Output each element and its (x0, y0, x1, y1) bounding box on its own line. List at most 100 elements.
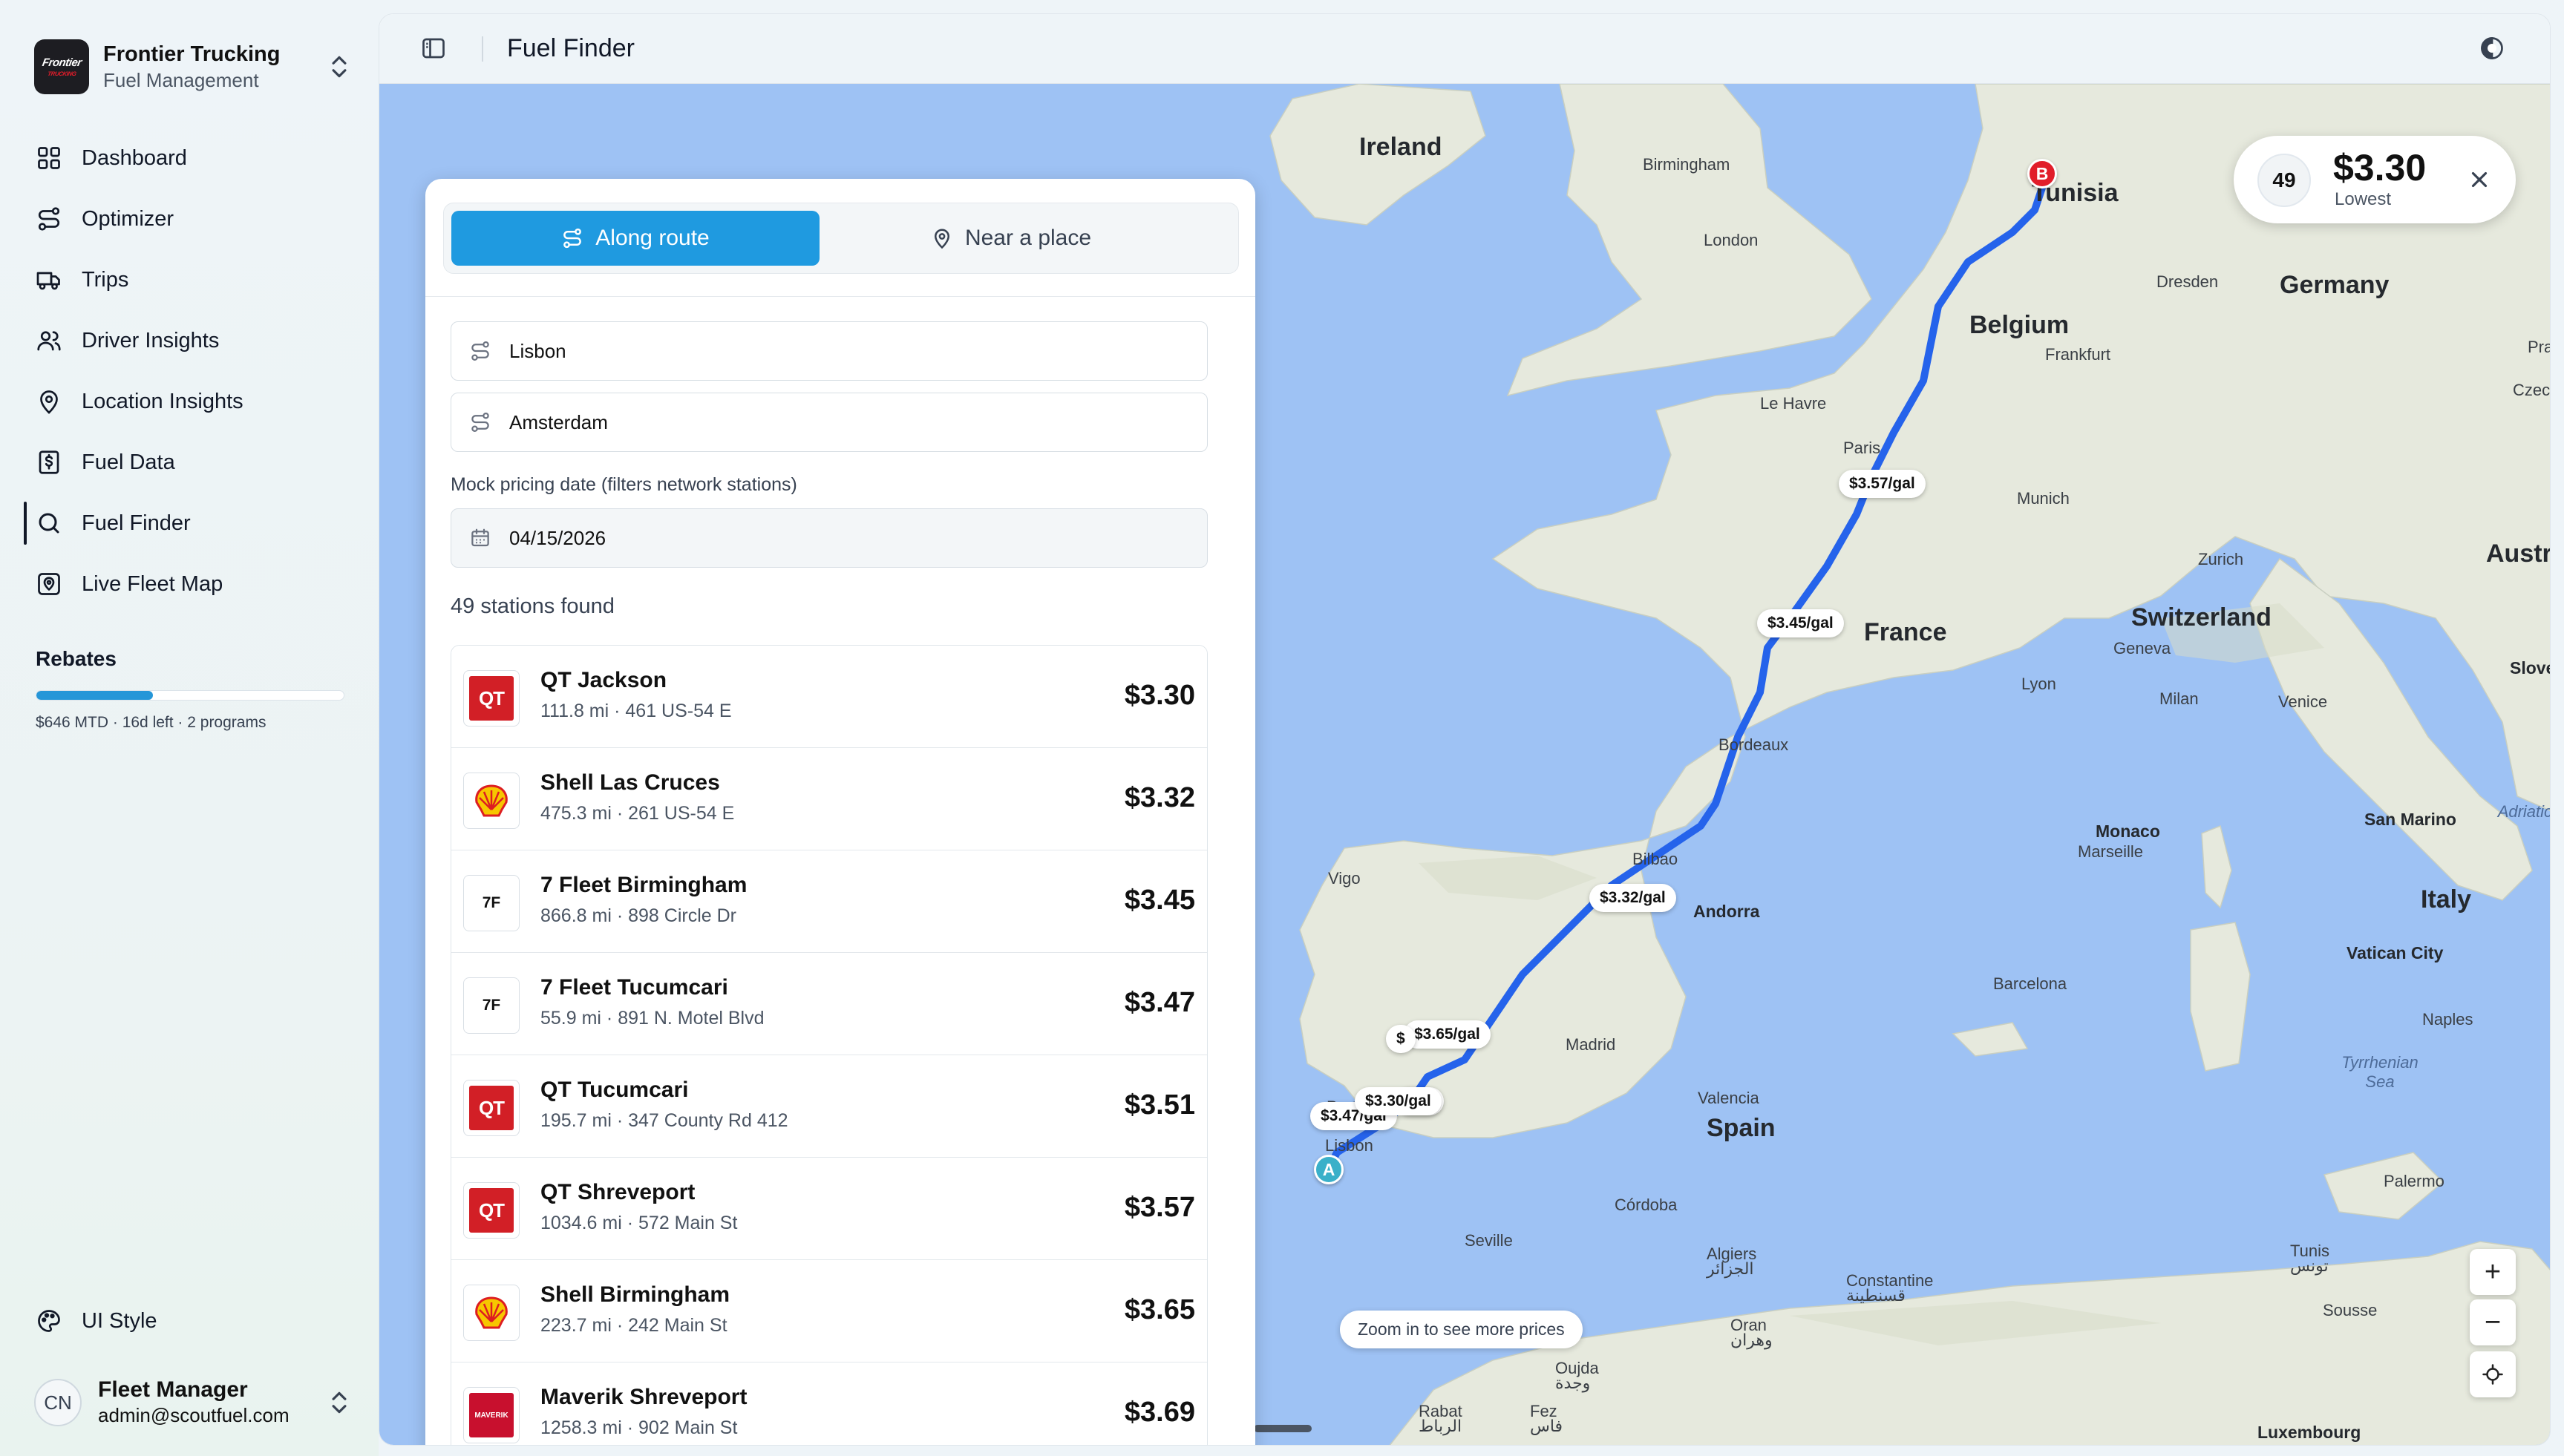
sidebar-item-fuel-finder[interactable]: Fuel Finder (22, 493, 364, 554)
sidebar-item-label: Optimizer (82, 206, 174, 231)
station-row[interactable]: Shell Birmingham 223.7 mi · 242 Main St … (451, 1260, 1207, 1362)
sidebar-item-label: Dashboard (82, 145, 187, 170)
company-subtitle: Fuel Management (103, 69, 259, 91)
route-start-marker[interactable]: A (1314, 1155, 1344, 1184)
truck-icon (36, 272, 60, 290)
station-price: $3.47 (1124, 987, 1195, 1018)
country-label: France (1864, 618, 1947, 646)
lowest-price-value: $3.30 (2333, 147, 2427, 188)
city-label: الرباط (1419, 1417, 1462, 1435)
date-field[interactable] (451, 508, 1208, 568)
city-label: Prague (2528, 338, 2551, 356)
city-label: Lisbon (1325, 1136, 1373, 1155)
route-icon (38, 207, 60, 231)
origin-input[interactable] (509, 339, 1177, 363)
sidebar-item-live-fleet-map[interactable]: Live Fleet Map (22, 554, 364, 614)
station-row[interactable]: QT QT Jackson 111.8 mi · 461 US-54 E $3.… (451, 646, 1207, 748)
destination-field[interactable] (451, 393, 1208, 452)
station-name: QT Jackson (540, 668, 667, 692)
station-price: $3.32 (1124, 782, 1195, 813)
country-label: Belgium (1969, 311, 2070, 339)
station-row[interactable]: Shell Las Cruces 475.3 mi · 261 US-54 E … (451, 748, 1207, 850)
sidebar-item-driver-insights[interactable]: Driver Insights (22, 310, 364, 371)
along-route-tab[interactable]: Along route (451, 211, 820, 266)
fuel-finder-panel: Along route Near a place Mock pricing da… (425, 179, 1255, 1445)
destination-input[interactable] (509, 410, 1177, 434)
sidebar-item-label: Driver Insights (82, 328, 220, 352)
qt-logo: QT (469, 676, 514, 721)
org-switcher[interactable]: Frontier TRUCKING Frontier Trucking Fuel … (34, 39, 353, 94)
station-row[interactable]: QT QT Shreveport 1034.6 mi · 572 Main St… (451, 1158, 1207, 1260)
calendar-icon (471, 528, 489, 547)
near-a-place-tab[interactable]: Near a place (827, 211, 1195, 266)
station-price: $3.51 (1124, 1089, 1195, 1121)
country-label: Andorra (1693, 902, 1760, 921)
city-label: فاس (1530, 1417, 1563, 1435)
rebates-meta: $646 MTD · 16d left · 2 programs (36, 714, 266, 731)
date-input[interactable] (509, 526, 1177, 550)
station-row[interactable]: QT QT Tucumcari 195.7 mi · 347 County Rd… (451, 1055, 1207, 1158)
rebates-widget[interactable]: Rebates $646 MTD · 16d left · 2 programs (36, 647, 344, 732)
city-label: Seville (1465, 1231, 1513, 1250)
station-row[interactable]: MAVERIK Maverik Shreveport 1258.3 mi · 9… (451, 1362, 1207, 1445)
station-row[interactable]: 7F 7 Fleet Birmingham 866.8 mi · 898 Cir… (451, 850, 1207, 953)
map-pin-icon (40, 390, 58, 414)
ui-style-button[interactable]: UI Style (36, 1308, 157, 1334)
sidebar-item-fuel-data[interactable]: Fuel Data (22, 432, 364, 493)
map-pin-icon (934, 229, 949, 249)
city-label: تونس (2290, 1256, 2329, 1275)
price-pin[interactable]: $3.57/gal (1839, 470, 1926, 498)
station-logo: QT (463, 1182, 520, 1239)
station-meta: 195.7 mi · 347 County Rd 412 (540, 1110, 788, 1131)
price-pin[interactable]: $ (1386, 1025, 1416, 1053)
station-meta: 866.8 mi · 898 Circle Dr (540, 905, 736, 926)
station-meta: 111.8 mi · 461 US-54 E (540, 701, 732, 721)
sidebar-item-location-insights[interactable]: Location Insights (22, 371, 364, 432)
dashboard-icon (38, 147, 60, 169)
sidebar-toggle-icon[interactable] (420, 35, 447, 62)
zoom-out-button[interactable]: − (2470, 1299, 2516, 1345)
sidebar-item-optimizer[interactable]: Optimizer (22, 188, 364, 249)
panel-drag-handle[interactable] (1254, 1425, 1312, 1432)
sidebar: Frontier TRUCKING Frontier Trucking Fuel … (0, 0, 379, 1456)
station-row[interactable]: 7F 7 Fleet Tucumcari 55.9 mi · 891 N. Mo… (451, 953, 1207, 1055)
station-price: $3.57 (1124, 1192, 1195, 1223)
theme-toggle-icon[interactable] (2479, 35, 2505, 62)
close-icon[interactable] (2467, 167, 2492, 192)
qt-logo: QT (469, 1086, 514, 1130)
city-label: Geneva (2113, 639, 2171, 658)
city-label: Vigo (1328, 869, 1361, 888)
seven-fleet-logo: 7F (482, 997, 501, 1014)
station-name: 7 Fleet Birmingham (540, 873, 748, 897)
country-label: Spain (1707, 1114, 1776, 1142)
user-menu[interactable]: CN Fleet Manager admin@scoutfuel.com (34, 1374, 353, 1431)
lowest-price-card[interactable]: 49 $3.30 Lowest (2234, 136, 2516, 223)
origin-field[interactable] (451, 321, 1208, 381)
sidebar-nav: Dashboard Optimizer Trips Driver Insight… (22, 128, 364, 614)
city-label: Milan (2159, 689, 2199, 708)
price-pin[interactable]: $3.30/gal (1355, 1087, 1442, 1115)
zoom-in-button[interactable]: + (2470, 1249, 2516, 1295)
station-logo: QT (463, 670, 520, 727)
price-pin[interactable]: $3.32/gal (1589, 884, 1676, 912)
city-label: Marseille (2078, 842, 2144, 861)
country-label: Vatican City (2346, 943, 2444, 963)
fuel-map[interactable]: Ireland Germany Belgium France Switzerland Au… (379, 84, 2551, 1445)
price-pin[interactable]: $3.65/gal (1404, 1020, 1491, 1049)
route-end-marker[interactable]: B (2027, 159, 2057, 188)
city-label: Naples (2422, 1010, 2473, 1029)
country-label: Monaco (2096, 822, 2160, 841)
rebates-progress-bar (36, 690, 344, 701)
station-price: $3.65 (1124, 1294, 1195, 1325)
sidebar-item-label: Fuel Data (82, 450, 175, 474)
lowest-price-label: Lowest (2335, 189, 2392, 209)
qt-logo: QT (469, 1188, 514, 1233)
sidebar-item-trips[interactable]: Trips (22, 249, 364, 310)
rebates-title: Rebates (36, 647, 117, 670)
country-label: Germany (2280, 271, 2390, 299)
sidebar-item-dashboard[interactable]: Dashboard (22, 128, 364, 188)
locate-button[interactable] (2470, 1351, 2516, 1397)
city-label: Córdoba (1615, 1196, 1678, 1214)
country-label: Ireland (1359, 133, 1442, 161)
price-pin[interactable]: $3.45/gal (1757, 609, 1844, 637)
